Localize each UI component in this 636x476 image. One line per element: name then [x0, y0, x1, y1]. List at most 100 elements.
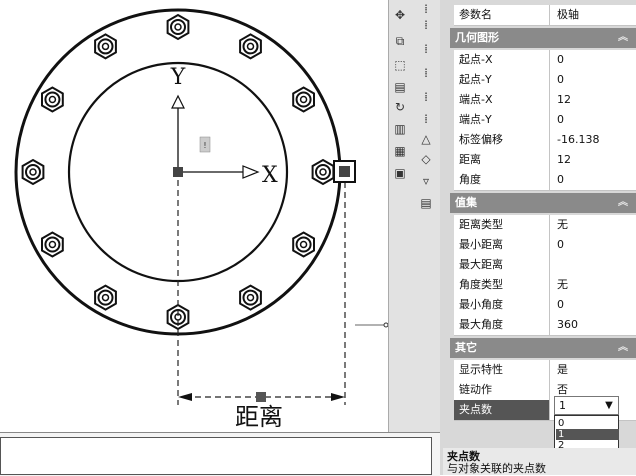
bolt-hole — [239, 284, 262, 311]
bolt-hole — [21, 158, 45, 186]
mirror-icon[interactable]: ▥ — [391, 120, 409, 138]
property-row[interactable]: 最大角度 360 — [454, 315, 636, 336]
rotate-icon[interactable]: ↻ — [391, 98, 409, 116]
grid-icon[interactable]: ⁞ — [417, 88, 435, 106]
bolt-hole — [94, 284, 117, 311]
table-icon[interactable]: ▣ — [391, 164, 409, 182]
dimension-grip[interactable] — [256, 392, 266, 402]
property-row[interactable]: 端点-Y 0 — [454, 110, 636, 131]
properties-icon[interactable]: ▤ — [417, 194, 435, 212]
grip-count-select[interactable]: 1 ▼ — [554, 396, 619, 415]
property-row[interactable]: 显示特性是 — [454, 360, 636, 381]
polar-icon[interactable]: △ — [417, 130, 435, 148]
property-row[interactable]: 距离 12 — [454, 150, 636, 171]
property-row[interactable]: 起点-Y 0 — [454, 70, 636, 91]
align-icon[interactable]: ◇ — [417, 150, 435, 168]
bolt-hole — [239, 33, 262, 60]
property-value[interactable]: 是 — [554, 360, 636, 380]
bolt-hole — [41, 86, 64, 113]
bolt-hole — [292, 231, 315, 258]
drawing-canvas[interactable]: ! Y X 距离 — [0, 0, 388, 432]
dimension-label: 距离 — [235, 403, 283, 431]
bolt-hole — [166, 13, 190, 41]
property-value[interactable]: 12 — [554, 90, 636, 110]
property-key: 最小角度 — [454, 295, 550, 315]
property-row[interactable]: 标签偏移 -16.138 — [454, 130, 636, 151]
grid-icon[interactable]: ⁞ — [417, 110, 435, 128]
grid-icon[interactable]: ⁞ — [417, 64, 435, 82]
lookup-icon[interactable]: ▦ — [391, 142, 409, 160]
property-key: 链动作 — [454, 380, 550, 400]
property-row[interactable]: 最小角度 0 — [454, 295, 636, 316]
property-key: 参数名 — [454, 5, 550, 25]
grip-count-options: 0 1 2 — [554, 415, 619, 451]
property-value[interactable]: 无 — [554, 275, 636, 295]
dim-arrow-left — [178, 393, 192, 401]
dim-arrow-right — [331, 393, 345, 401]
property-row[interactable]: 角度类型无 — [454, 275, 636, 296]
section-title: 值集 — [455, 196, 477, 209]
property-row[interactable]: 最小距离 0 — [454, 235, 636, 256]
property-value[interactable]: 0 — [554, 295, 636, 315]
property-row[interactable]: 最大距离 — [454, 255, 636, 276]
command-input[interactable] — [0, 437, 432, 475]
property-key: 起点-Y — [454, 70, 550, 90]
property-value[interactable]: 无 — [554, 215, 636, 235]
property-value[interactable]: 0 — [554, 110, 636, 130]
property-key: 起点-X — [454, 50, 550, 70]
property-value[interactable]: 0 — [554, 70, 636, 90]
move-icon[interactable]: ✥ — [391, 6, 409, 24]
scale-icon[interactable]: ⬚ — [391, 56, 409, 74]
collapse-icon[interactable]: ︽ — [618, 28, 628, 48]
property-row[interactable]: 角度 0 — [454, 170, 636, 191]
endpoint-grip[interactable] — [339, 166, 350, 177]
property-row[interactable]: 起点-X 0 — [454, 50, 636, 71]
property-help: 夹点数 与对象关联的夹点数 — [443, 448, 636, 475]
property-key: 最大距离 — [454, 255, 550, 275]
x-axis-arrow — [242, 165, 260, 179]
section-title: 其它 — [455, 341, 477, 354]
collapse-icon[interactable]: ︽ — [618, 193, 628, 213]
property-value[interactable]: -16.138 — [554, 130, 636, 150]
flange-drawing: ! Y X 距离 — [14, 8, 388, 431]
property-key: 最小距离 — [454, 235, 550, 255]
collapse-icon[interactable]: ︽ — [618, 338, 628, 358]
property-row[interactable]: 距离类型无 — [454, 215, 636, 236]
property-key: 距离 — [454, 150, 550, 170]
property-key: 显示特性 — [454, 360, 550, 380]
flip-icon[interactable]: ▤ — [391, 78, 409, 96]
section-other[interactable]: 其它 ︽ — [450, 338, 636, 358]
grid-icon[interactable]: ⁞ — [417, 40, 435, 58]
property-value[interactable]: 0 — [554, 170, 636, 190]
option-1[interactable]: 1 — [556, 429, 619, 440]
property-key: 角度 — [454, 170, 550, 190]
property-key: 标签偏移 — [454, 130, 550, 150]
property-value[interactable]: 12 — [554, 150, 636, 170]
property-key: 端点-Y — [454, 110, 550, 130]
bolt-hole — [41, 231, 64, 258]
help-description: 与对象关联的夹点数 — [447, 462, 546, 475]
svg-text:!: ! — [203, 141, 206, 150]
basepoint-icon[interactable]: ▿ — [417, 172, 435, 190]
property-row-param-name[interactable]: 参数名 极轴 — [454, 5, 636, 26]
property-row[interactable]: 端点-X 12 — [454, 90, 636, 111]
grid-icon[interactable]: ⁞ — [417, 16, 435, 34]
property-key: 最大角度 — [454, 315, 550, 335]
section-value-set[interactable]: 值集 ︽ — [450, 193, 636, 213]
x-axis-label: X — [262, 163, 278, 188]
stretch-icon[interactable]: ⧉ — [391, 32, 409, 50]
option-0[interactable]: 0 — [556, 418, 619, 429]
base-grip[interactable] — [173, 167, 183, 177]
chevron-down-icon[interactable]: ▼ — [602, 399, 616, 412]
y-axis-arrow — [171, 94, 185, 109]
section-geometry[interactable]: 几何图形 ︽ — [450, 28, 636, 48]
property-value[interactable] — [554, 255, 636, 275]
grip-count-value: 1 — [559, 399, 566, 412]
property-value[interactable]: 0 — [554, 50, 636, 70]
bolt-hole — [311, 158, 335, 186]
property-value[interactable]: 极轴 — [554, 5, 636, 25]
property-value[interactable]: 0 — [554, 235, 636, 255]
bolt-hole — [94, 33, 117, 60]
property-value[interactable]: 360 — [554, 315, 636, 335]
property-key: 距离类型 — [454, 215, 550, 235]
